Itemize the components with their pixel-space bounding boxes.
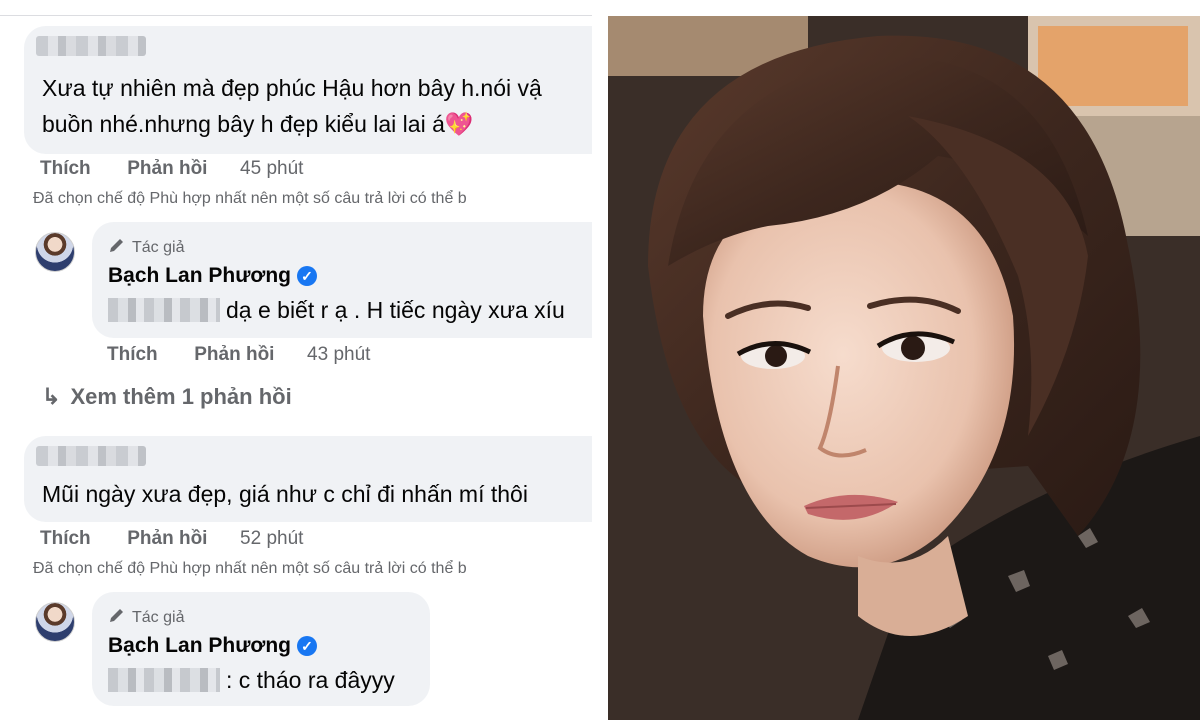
like-button[interactable]: Thích <box>40 158 91 179</box>
author-name-label: Bạch Lan Phương <box>108 634 291 657</box>
author-name[interactable]: Bạch Lan Phương ✓ <box>108 264 317 288</box>
comment-bubble: Xưa tự nhiên mà đẹp phúc Hậu hơn bây h.n… <box>24 26 592 154</box>
reply-time[interactable]: 43 phút <box>307 344 370 365</box>
comment-actions: Thích Phản hồi 52 phút <box>40 528 303 550</box>
verified-badge-icon: ✓ <box>296 266 317 286</box>
reply-button[interactable]: Phản hồi <box>127 528 207 549</box>
comment-actions: Thích Phản hồi 45 phút <box>40 158 303 180</box>
see-more-label: Xem thêm 1 phản hồi <box>70 384 292 409</box>
comments-panel: Xưa tự nhiên mà đẹp phúc Hậu hơn bây h.n… <box>0 0 592 720</box>
pencil-icon <box>108 236 126 259</box>
woman-portrait-illustration <box>608 16 1200 720</box>
like-button[interactable]: Thích <box>40 528 91 549</box>
blurred-mention <box>108 298 220 322</box>
author-name[interactable]: Bạch Lan Phương ✓ <box>108 634 317 658</box>
blurred-mention <box>108 668 220 692</box>
reply-bubble: Tác giả Bạch Lan Phương ✓ dạ e biết r ạ … <box>92 222 592 338</box>
reply-text: dạ e biết r ạ . H tiếc ngày xưa xíu <box>226 297 565 323</box>
comment-time[interactable]: 45 phút <box>240 158 303 179</box>
blurred-commenter-name <box>36 36 146 56</box>
author-tag: Tác giả <box>108 236 184 259</box>
relevance-notice: Đã chọn chế độ Phù hợp nhất nên một số c… <box>33 190 467 207</box>
comment-text-line: buồn nhé.nhưng bây h đẹp kiểu lai lai á💖 <box>42 111 474 137</box>
blurred-commenter-name <box>36 446 146 466</box>
reply-button[interactable]: Phản hồi <box>194 344 274 365</box>
comment-text-line: Mũi ngày xưa đẹp, giá như c chỉ đi nhấn … <box>42 481 528 507</box>
author-avatar[interactable] <box>35 232 75 272</box>
portrait-photo <box>608 16 1200 720</box>
top-divider <box>0 15 592 16</box>
like-button[interactable]: Thích <box>107 344 158 365</box>
author-tag: Tác giả <box>108 606 184 629</box>
relevance-notice: Đã chọn chế độ Phù hợp nhất nên một số c… <box>33 560 467 577</box>
pencil-icon <box>108 606 126 629</box>
see-more-replies-link[interactable]: ↳ Xem thêm 1 phản hồi <box>42 384 292 410</box>
comment-text-line: Xưa tự nhiên mà đẹp phúc Hậu hơn bây h.n… <box>42 75 542 101</box>
reply-text: : c tháo ra đâyyy <box>226 667 395 693</box>
comment-time[interactable]: 52 phút <box>240 528 303 549</box>
reply-actions: Thích Phản hồi 43 phút <box>107 344 370 366</box>
reply-bubble: Tác giả Bạch Lan Phương ✓ : c tháo ra đâ… <box>92 592 430 706</box>
author-avatar[interactable] <box>35 602 75 642</box>
comment-bubble: Mũi ngày xưa đẹp, giá như c chỉ đi nhấn … <box>24 436 592 522</box>
verified-badge-icon: ✓ <box>296 636 317 656</box>
reply-arrow-icon: ↳ <box>42 384 61 409</box>
author-tag-label: Tác giả <box>132 608 185 626</box>
author-tag-label: Tác giả <box>132 238 185 256</box>
reply-button[interactable]: Phản hồi <box>127 158 207 179</box>
author-name-label: Bạch Lan Phương <box>108 264 291 287</box>
